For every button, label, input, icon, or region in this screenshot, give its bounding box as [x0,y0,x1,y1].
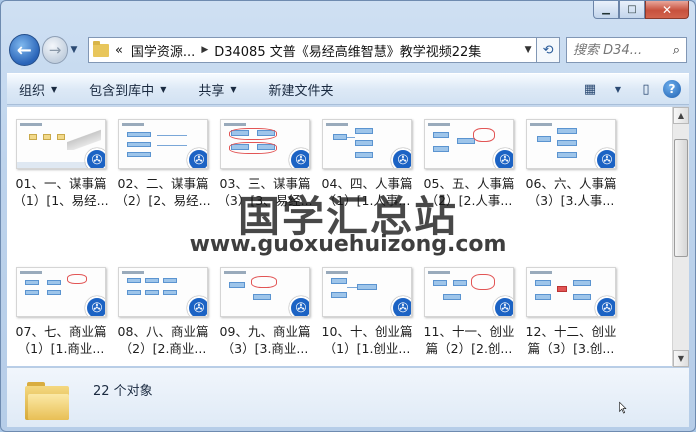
video-thumbnail: ✇ [526,267,616,317]
video-thumbnail: ✇ [220,267,310,317]
address-bar[interactable]: « 国学资源... ▶ D34085 文普《易经高维智慧》教学视频22集 ▼ [87,37,538,63]
new-folder-button[interactable]: 新建文件夹 [269,80,334,99]
video-play-icon: ✇ [493,148,513,168]
video-play-icon: ✇ [595,296,615,316]
address-row: ← → ▼ « 国学资源... ▶ D34085 文普《易经高维智慧》教学视频2… [9,31,687,69]
item-count: 22 个对象 [93,384,153,399]
video-thumbnail: ✇ [322,119,412,169]
video-play-icon: ✇ [187,148,207,168]
scroll-down-button[interactable]: ▼ [673,350,689,367]
command-bar: 组织 ▼ 包含到库中 ▼ 共享 ▼ 新建文件夹 ▦ ▼ ▯ ? [7,73,689,105]
organize-menu[interactable]: 组织 ▼ [19,80,57,99]
file-item[interactable]: ✇ 11、十一、创业篇（2）[2.创... [419,267,519,357]
include-library-menu[interactable]: 包含到库中 ▼ [89,80,166,99]
view-dropdown-button[interactable]: ▼ [607,78,629,100]
refresh-button[interactable]: ⟲ [537,37,561,63]
new-folder-label: 新建文件夹 [268,83,334,99]
minimize-button[interactable]: ▁ [593,1,619,19]
preview-pane-icon: ▯ [642,81,650,97]
address-dropdown-icon[interactable]: ▼ [520,45,536,55]
video-thumbnail: ✇ [424,267,514,317]
file-name: 12、十二、创业篇（3）[3.创... [525,324,617,356]
video-thumbnail: ✇ [220,119,310,169]
mouse-cursor-icon [619,401,627,414]
maximize-icon: □ [627,4,637,15]
file-name: 08、八、商业篇（2）[2.商业... [117,324,209,356]
minimize-icon: ▁ [602,4,610,15]
chevron-down-icon: ▼ [677,354,685,363]
video-thumbnail: ✇ [322,267,412,317]
video-play-icon: ✇ [391,148,411,168]
file-item[interactable]: ✇ 08、八、商业篇（2）[2.商业... [113,267,213,357]
chevron-up-icon: ▲ [677,111,685,120]
breadcrumb-item-resources[interactable]: 国学资源... [131,41,195,60]
arrow-right-icon: → [48,41,62,59]
share-label: 共享 [198,83,225,99]
video-play-icon: ✇ [85,148,105,168]
video-play-icon: ✇ [493,296,513,316]
video-play-icon: ✇ [595,148,615,168]
video-play-icon: ✇ [85,296,105,316]
video-thumbnail: ✇ [118,267,208,317]
close-icon: ✕ [661,2,673,17]
arrow-left-icon: ← [16,39,32,61]
organize-label: 组织 [19,83,46,99]
video-thumbnail: ✇ [16,267,106,317]
video-play-icon: ✇ [391,296,411,316]
file-item[interactable]: ✇ 09、九、商业篇（3）[3.商业... [215,267,315,357]
video-thumbnail: ✇ [16,119,106,169]
folder-icon [92,40,109,57]
back-button[interactable]: ← [9,34,40,66]
video-thumbnail: ✇ [424,119,514,169]
view-options-icon: ▦ [583,81,597,97]
breadcrumb-overflow[interactable]: « [115,43,123,58]
details-pane: 22 个对象 [7,367,689,427]
help-icon: ? [668,82,676,96]
video-play-icon: ✇ [187,296,207,316]
search-icon[interactable]: ⌕ [673,43,680,58]
file-item[interactable]: ✇ 07、七、商业篇（1）[1.商业... [11,267,111,357]
video-play-icon: ✇ [289,148,309,168]
breadcrumb-item-current[interactable]: D34085 文普《易经高维智慧》教学视频22集 [214,41,481,60]
caret-down-icon: ▼ [614,84,622,94]
refresh-icon: ⟲ [542,42,554,58]
search-input[interactable] [573,42,670,58]
breadcrumb-separator-icon[interactable]: ▶ [201,45,208,55]
search-box[interactable]: ⌕ [566,37,687,63]
file-item[interactable]: ✇ 12、十二、创业篇（3）[3.创... [521,267,621,357]
watermark-url: www.guoxuehuizong.com [189,232,507,257]
toolbar-right: ▦ ▼ ▯ ? [579,78,689,100]
caret-down-icon: ▼ [230,84,237,94]
include-library-label: 包含到库中 [89,83,155,99]
folder-icon [25,382,69,420]
file-name: 10、十、创业篇（1）[1.创业... [321,324,413,356]
video-thumbnail: ✇ [118,119,208,169]
maximize-button[interactable]: □ [619,1,645,19]
file-name: 11、十一、创业篇（2）[2.创... [423,324,515,356]
chevron-down-icon: ▼ [70,45,78,55]
file-name: 07、七、商业篇（1）[1.商业... [15,324,107,356]
forward-button[interactable]: → [41,36,69,64]
change-view-button[interactable]: ▦ [579,78,601,100]
caret-down-icon: ▼ [51,84,58,94]
help-button[interactable]: ? [663,80,681,98]
recent-pages-button[interactable]: ▼ [70,45,81,55]
scroll-up-button[interactable]: ▲ [673,107,689,124]
preview-pane-button[interactable]: ▯ [635,78,657,100]
file-item[interactable]: ✇ 10、十、创业篇（1）[1.创业... [317,267,417,357]
caption-buttons: ▁ □ ✕ [593,1,689,19]
caret-down-icon: ▼ [160,84,167,94]
file-name: 09、九、商业篇（3）[3.商业... [219,324,311,356]
video-thumbnail: ✇ [526,119,616,169]
close-button[interactable]: ✕ [645,1,689,19]
share-menu[interactable]: 共享 ▼ [198,80,236,99]
video-play-icon: ✇ [289,296,309,316]
